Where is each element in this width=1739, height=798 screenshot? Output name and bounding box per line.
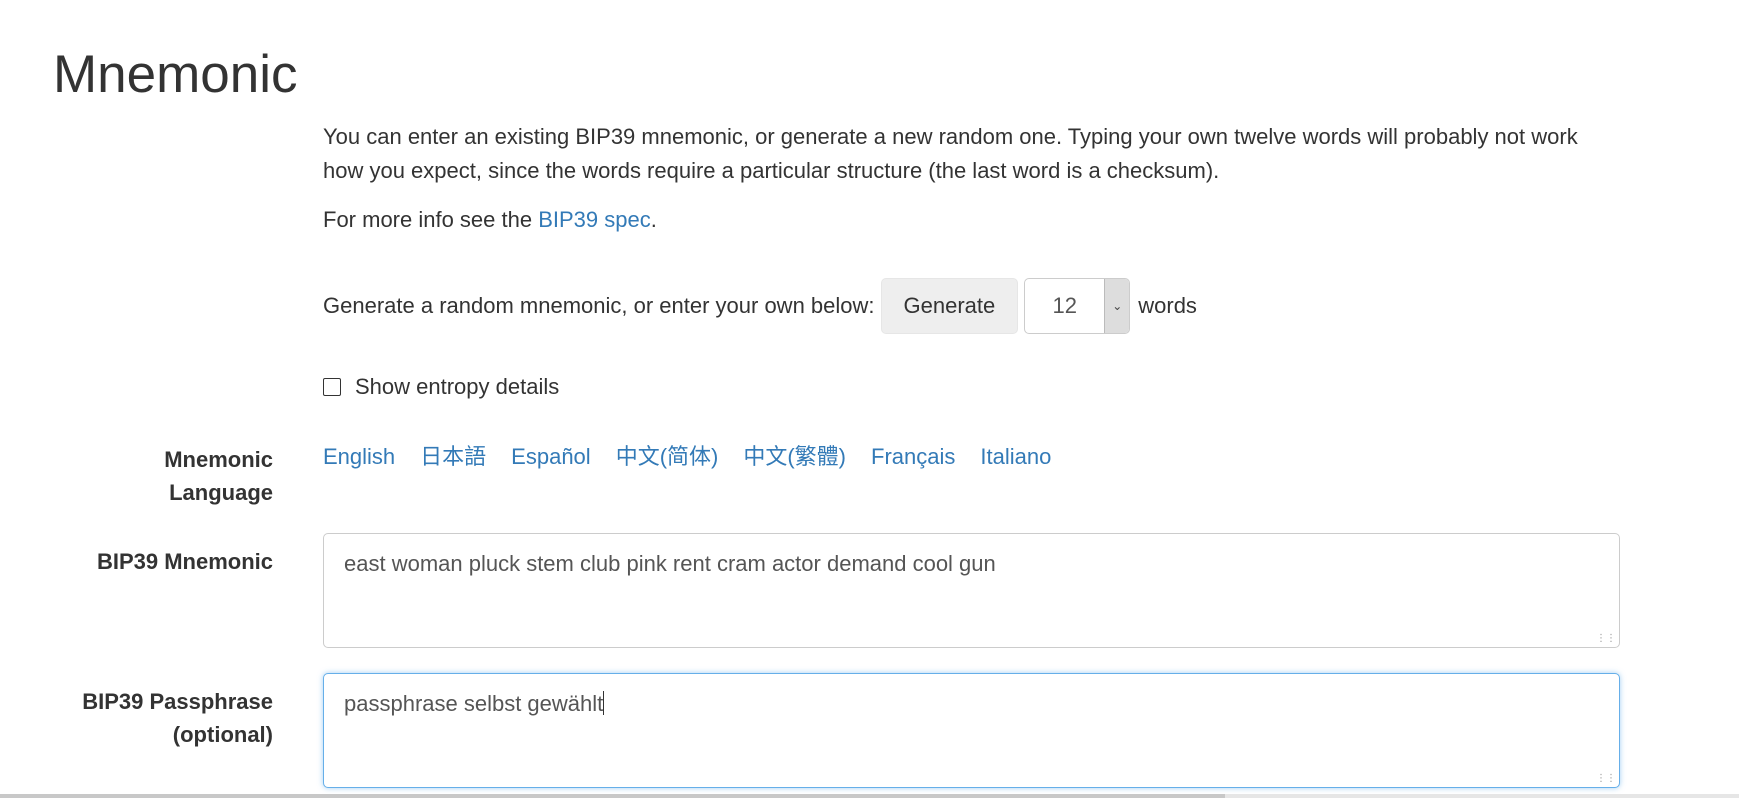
language-link-spanish[interactable]: Español (511, 440, 591, 473)
generate-row: Generate a random mnemonic, or enter you… (323, 278, 1197, 334)
horizontal-scrollbar-thumb[interactable] (0, 794, 1225, 798)
show-entropy-label[interactable]: Show entropy details (355, 374, 559, 400)
resize-grip-icon[interactable]: ⋮⋮ (1596, 774, 1616, 784)
show-entropy-checkbox[interactable] (323, 378, 341, 396)
mnemonic-language-label-line2: Language (169, 480, 273, 505)
bip39-mnemonic-input[interactable]: east woman pluck stem club pink rent cra… (323, 533, 1620, 648)
mnemonic-language-label-line1: Mnemonic (164, 447, 273, 472)
bip39-mnemonic-label: BIP39 Mnemonic (96, 549, 273, 574)
language-link-french[interactable]: Français (871, 440, 955, 473)
generate-button[interactable]: Generate (880, 278, 1019, 334)
more-info-suffix: . (650, 207, 657, 232)
language-link-chinese-traditional[interactable]: 中文(繁體) (743, 440, 846, 473)
more-info-prefix: For more info see the (323, 207, 539, 232)
bip39-passphrase-value: passphrase selbst gewählt (344, 691, 604, 716)
language-link-chinese-simplified[interactable]: 中文(简体) (616, 440, 719, 473)
section-title: Mnemonic (53, 45, 298, 104)
intro-text: You can enter an existing BIP39 mnemonic… (323, 124, 1578, 183)
word-count-value: 12 (1052, 293, 1077, 318)
entropy-toggle-row: Show entropy details (323, 374, 559, 400)
language-link-italian[interactable]: Italiano (980, 440, 1051, 473)
language-link-japanese[interactable]: 日本語 (420, 440, 486, 473)
resize-grip-icon[interactable]: ⋮⋮ (1596, 634, 1616, 644)
words-label: words (1138, 293, 1197, 318)
bip39-passphrase-label-line2: (optional) (172, 722, 273, 747)
text-caret (603, 691, 605, 715)
word-count-select[interactable]: 12 ⌄ (1024, 278, 1131, 334)
mnemonic-page: Mnemonic You can enter an existing BIP39… (0, 0, 1739, 798)
more-info-text: For more info see the BIP39 spec. (323, 203, 657, 237)
bip39-mnemonic-value: east woman pluck stem club pink rent cra… (344, 551, 996, 576)
bip39-passphrase-label-line1: BIP39 Passphrase (82, 689, 273, 714)
bip39-spec-link[interactable]: BIP39 spec (538, 207, 651, 232)
bip39-passphrase-input[interactable]: passphrase selbst gewählt ⋮⋮ (323, 673, 1620, 788)
language-list: English 日本語 Español 中文(简体) 中文(繁體) França… (323, 440, 1076, 473)
chevron-down-icon[interactable]: ⌄ (1104, 279, 1130, 333)
bip39-passphrase-label: BIP39 Passphrase (optional) (82, 685, 273, 751)
mnemonic-language-label: Mnemonic Language (164, 443, 273, 509)
generate-prompt: Generate a random mnemonic, or enter you… (323, 293, 875, 318)
horizontal-scrollbar[interactable] (0, 794, 1739, 798)
language-link-english[interactable]: English (323, 440, 395, 473)
